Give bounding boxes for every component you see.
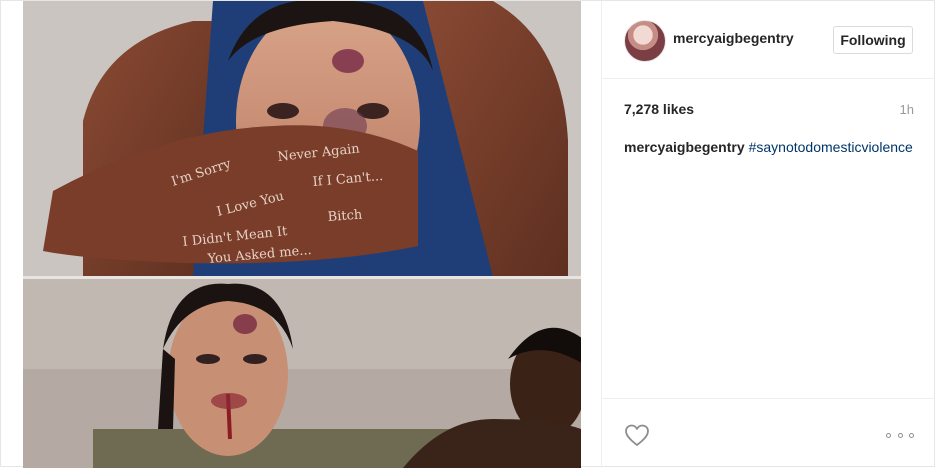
- following-button[interactable]: Following: [833, 26, 913, 54]
- media-bottom-panel: [23, 279, 581, 468]
- post-sidebar: mercyaigbegentry Following 7,278 likes 1…: [601, 1, 935, 468]
- post-stats: 7,278 likes 1h: [624, 99, 914, 119]
- post-header: mercyaigbegentry Following: [602, 1, 935, 79]
- svg-text:Bitch: Bitch: [327, 208, 363, 225]
- more-dot: [897, 432, 903, 438]
- header-username[interactable]: mercyaigbegentry: [673, 30, 794, 46]
- more-dot: [886, 432, 891, 438]
- more-dot: [909, 432, 914, 438]
- more-options-icon[interactable]: [886, 423, 914, 447]
- instagram-post: I'm Sorry Never Again I Love You If I Ca…: [0, 0, 935, 468]
- heart-icon[interactable]: [624, 423, 650, 447]
- caption-hashtag[interactable]: #saynotodomesticviolence: [749, 139, 913, 155]
- post-timestamp[interactable]: 1h: [900, 102, 914, 117]
- post-actions: [602, 398, 935, 468]
- avatar[interactable]: [624, 20, 666, 62]
- post-caption: mercyaigbegentry #saynotodomesticviolence: [624, 138, 914, 156]
- likes-count[interactable]: 7,278 likes: [624, 101, 694, 117]
- post-media[interactable]: I'm Sorry Never Again I Love You If I Ca…: [23, 1, 581, 468]
- media-top-panel: I'm Sorry Never Again I Love You If I Ca…: [23, 1, 581, 277]
- caption-username[interactable]: mercyaigbegentry: [624, 139, 745, 155]
